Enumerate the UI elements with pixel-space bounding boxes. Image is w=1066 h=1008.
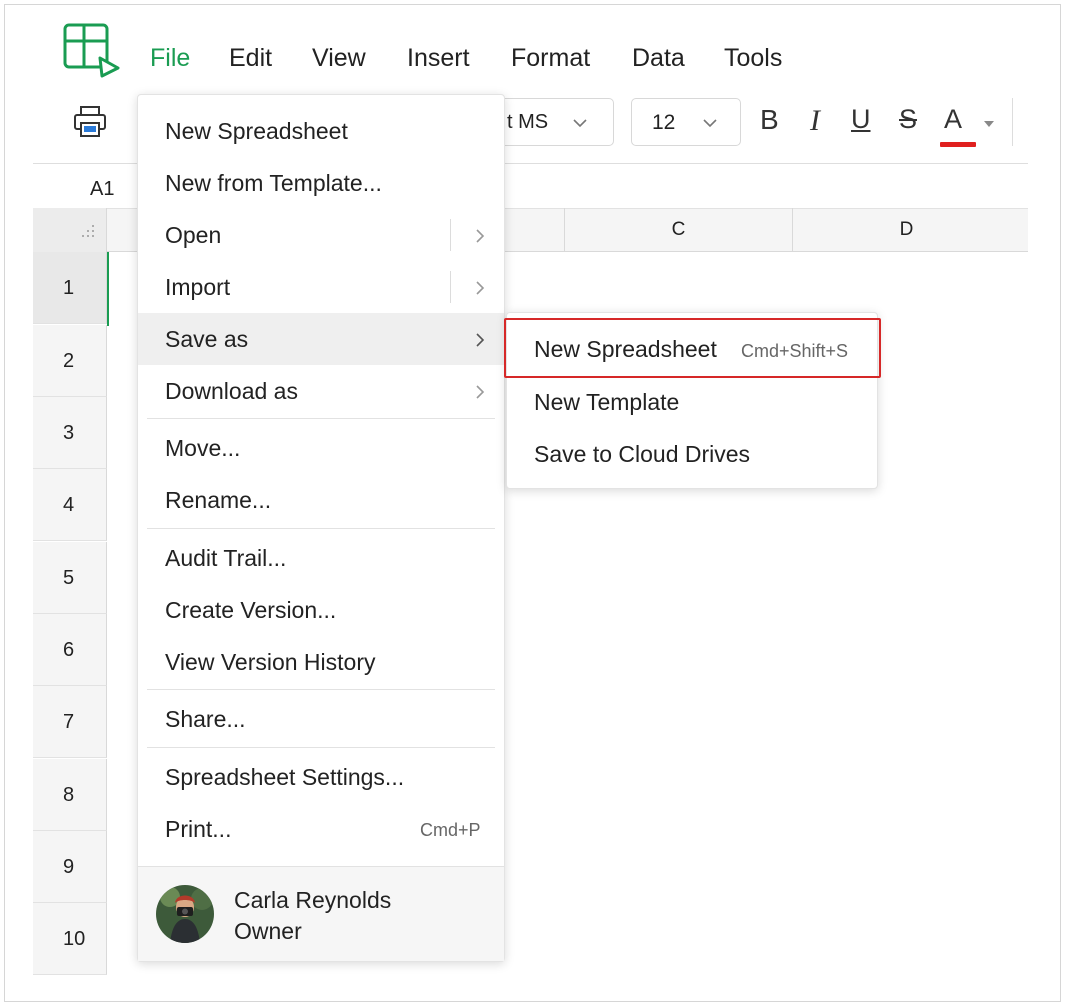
row-header-10[interactable]: 10 — [33, 903, 107, 975]
underline-button[interactable]: U — [851, 104, 871, 135]
menu-item-label: New Template — [534, 389, 680, 415]
menu-item-save-as[interactable]: Save as — [138, 313, 504, 365]
submenu-divider — [450, 219, 451, 251]
sheet-app-logo-icon[interactable] — [62, 22, 122, 80]
menu-view[interactable]: View — [312, 44, 366, 73]
user-role: Owner — [234, 918, 302, 944]
submenu-item-new-template[interactable]: New Template — [507, 376, 877, 428]
toolbar-divider — [1012, 98, 1013, 146]
print-icon[interactable] — [72, 104, 108, 140]
save-as-submenu: New Spreadsheet Cmd+Shift+S New Template… — [504, 312, 881, 489]
menu-item-label: New Spreadsheet — [165, 118, 348, 144]
menu-item-label: Move... — [165, 435, 241, 461]
chevron-down-icon — [703, 119, 717, 128]
menu-item-label: Rename... — [165, 487, 272, 513]
menu-item-new-spreadsheet[interactable]: New Spreadsheet — [138, 105, 504, 157]
text-color-button[interactable]: A — [944, 104, 962, 135]
row-header-1[interactable]: 1 — [33, 252, 107, 324]
menu-item-move[interactable]: Move... — [138, 422, 504, 474]
menu-format[interactable]: Format — [511, 44, 590, 73]
menu-item-spreadsheet-settings[interactable]: Spreadsheet Settings... — [138, 751, 504, 803]
menu-item-new-from-template[interactable]: New from Template... — [138, 157, 504, 209]
menu-item-import[interactable]: Import — [138, 261, 504, 313]
submenu-item-new-spreadsheet[interactable]: New Spreadsheet Cmd+Shift+S — [504, 318, 881, 378]
menu-item-open[interactable]: Open — [138, 209, 504, 261]
menu-item-label: View Version History — [165, 649, 376, 675]
menu-data[interactable]: Data — [632, 44, 685, 73]
font-size-value: 12 — [652, 111, 676, 134]
menu-item-download-as[interactable]: Download as — [138, 365, 504, 417]
file-menu: New Spreadsheet New from Template... Ope… — [137, 94, 505, 962]
row-header-6[interactable]: 6 — [33, 614, 107, 686]
menu-divider — [147, 528, 495, 529]
menu-item-label: Print... — [165, 816, 232, 842]
selected-cell-border — [107, 252, 109, 326]
text-color-indicator — [940, 142, 976, 147]
menu-item-label: Share... — [165, 706, 246, 732]
menu-file[interactable]: File — [150, 44, 190, 73]
chevron-right-icon — [476, 333, 485, 347]
menu-insert[interactable]: Insert — [407, 44, 470, 73]
menu-item-label: Import — [165, 274, 231, 300]
menu-item-label: New from Template... — [165, 170, 382, 196]
menu-item-label: Spreadsheet Settings... — [165, 764, 405, 790]
chevron-right-icon — [476, 229, 485, 243]
menu-item-create-version[interactable]: Create Version... — [138, 584, 504, 636]
column-header-c[interactable]: C — [564, 208, 792, 252]
row-header-9[interactable]: 9 — [33, 831, 107, 903]
menu-item-label: Save as — [165, 326, 249, 352]
user-name: Carla Reynolds — [234, 887, 392, 913]
menu-divider — [147, 689, 495, 690]
column-header-d[interactable]: D — [792, 208, 1020, 252]
row-header-2[interactable]: 2 — [33, 325, 107, 397]
caret-down-icon[interactable] — [982, 119, 996, 129]
menu-edit[interactable]: Edit — [229, 44, 272, 73]
bold-button[interactable]: B — [760, 104, 779, 136]
menu-item-rename[interactable]: Rename... — [138, 474, 504, 526]
font-size-select[interactable]: 12 — [631, 98, 741, 146]
row-header-3[interactable]: 3 — [33, 397, 107, 469]
menu-item-label: Open — [165, 222, 222, 248]
menu-divider — [147, 418, 495, 419]
menu-item-audit-trail[interactable]: Audit Trail... — [138, 532, 504, 584]
menu-item-print[interactable]: Print... Cmd+P — [138, 803, 504, 855]
user-profile[interactable]: Carla Reynolds Owner — [138, 866, 504, 961]
menu-item-label: New Spreadsheet — [534, 336, 717, 362]
cell-reference-box[interactable]: A1 — [90, 178, 114, 201]
row-header-7[interactable]: 7 — [33, 686, 107, 758]
italic-button[interactable]: I — [810, 104, 820, 138]
menu-item-view-version-history[interactable]: View Version History — [138, 636, 504, 688]
menu-item-share[interactable]: Share... — [138, 693, 504, 745]
strikethrough-button[interactable]: S — [899, 104, 917, 135]
user-avatar — [156, 885, 214, 943]
font-family-value: t MS — [507, 111, 549, 133]
row-header-4[interactable]: 4 — [33, 469, 107, 541]
keyboard-shortcut: Cmd+Shift+S — [741, 341, 849, 361]
corner-grip-icon — [82, 225, 94, 237]
submenu-divider — [450, 271, 451, 303]
submenu-item-save-to-cloud-drives[interactable]: Save to Cloud Drives — [507, 428, 877, 480]
chevron-right-icon — [476, 385, 485, 399]
menu-tools[interactable]: Tools — [724, 44, 782, 73]
chevron-right-icon — [476, 281, 485, 295]
menu-item-label: Download as — [165, 378, 298, 404]
menu-item-label: Create Version... — [165, 597, 337, 623]
chevron-down-icon — [573, 119, 587, 128]
menu-item-label: Save to Cloud Drives — [534, 441, 751, 467]
row-header-5[interactable]: 5 — [33, 542, 107, 614]
row-header-8[interactable]: 8 — [33, 759, 107, 831]
menu-divider — [147, 747, 495, 748]
menu-item-label: Audit Trail... — [165, 545, 287, 571]
keyboard-shortcut: Cmd+P — [420, 820, 481, 840]
